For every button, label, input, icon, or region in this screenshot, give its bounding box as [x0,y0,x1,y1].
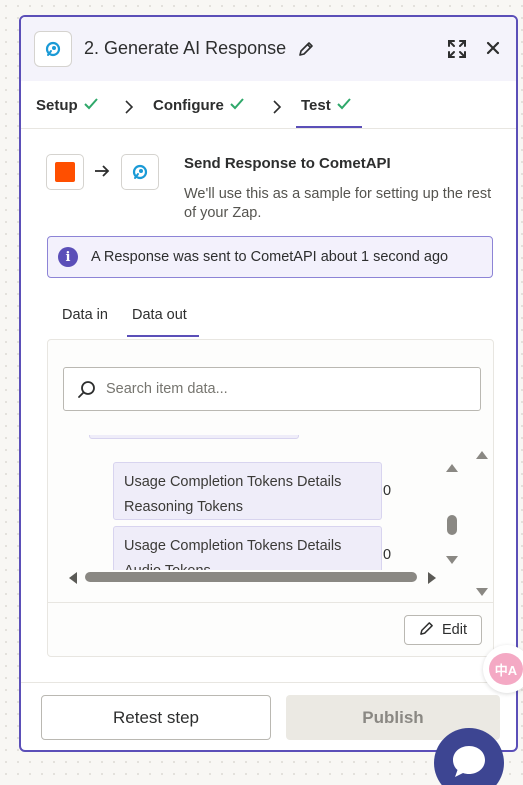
data-value[interactable]: 0 [383,547,391,563]
check-icon [230,97,244,114]
arrow-right-icon [94,164,110,183]
search-input[interactable] [106,378,466,400]
panel-header: 2. Generate AI Response [21,17,516,81]
step-title: 2. Generate AI Response [84,38,287,58]
tab-test-label: Test [301,97,331,114]
outer-scroll-down-icon[interactable] [475,584,489,602]
translate-button[interactable]: 中A [483,645,523,693]
scroll-right-icon[interactable] [427,571,437,590]
scroll-up-icon[interactable] [445,460,459,478]
search-icon [77,380,97,405]
edit-button-label: Edit [442,622,467,638]
outer-scroll-up-icon[interactable] [475,447,489,465]
tab-data-in[interactable]: Data in [62,307,108,323]
pencil-icon[interactable] [298,41,314,62]
flow-description: We'll use this as a sample for setting u… [184,186,492,221]
check-icon [337,97,351,114]
tab-setup[interactable]: Setup [36,97,98,114]
retest-step-button[interactable]: Retest step [41,695,271,740]
tab-setup-label: Setup [36,97,78,114]
data-output-card: Usage Completion Tokens Details Reasonin… [47,339,494,657]
pencil-icon [419,621,434,640]
info-icon: i [58,247,78,267]
trigger-app-icon [46,154,84,190]
step-editor-panel: 2. Generate AI Response Setup Configure … [19,15,518,752]
info-message: A Response was sent to CometAPI about 1 … [91,249,449,265]
scroll-down-icon[interactable] [445,552,459,570]
tab-test[interactable]: Test [301,97,351,114]
tab-configure[interactable]: Configure [153,97,244,114]
cometapi-app-icon [34,31,72,67]
step-tabs: Setup Configure Test [21,81,516,129]
info-banner: i A Response was sent to CometAPI about … [47,236,493,278]
data-key[interactable]: Usage Completion Tokens Details Reasonin… [113,462,382,520]
data-key[interactable]: Usage Completion Tokens Details Audio To… [113,526,382,570]
search-box [63,367,481,411]
data-tree: Usage Completion Tokens Details Reasonin… [48,435,448,570]
footer-divider [21,682,516,683]
data-value[interactable]: 0 [383,483,391,499]
tab-data-out[interactable]: Data out [132,307,187,323]
active-tab-indicator [127,335,199,337]
scroll-left-icon[interactable] [68,571,78,590]
chevron-right-icon [272,100,282,119]
flow-title: Send Response to CometAPI [184,155,391,172]
cometapi-app-icon [121,154,159,190]
vertical-scrollbar-thumb[interactable] [447,515,457,535]
chevron-right-icon [124,100,134,119]
list-item [89,435,299,439]
edit-button[interactable]: Edit [404,615,482,645]
horizontal-scrollbar-thumb[interactable] [85,572,417,582]
chat-bubble-icon [449,741,489,785]
divider [48,602,493,603]
translate-icon: 中A [489,653,523,685]
tab-configure-label: Configure [153,97,224,114]
close-icon[interactable] [486,41,500,60]
check-icon [83,97,98,114]
expand-icon[interactable] [447,39,467,64]
active-step-indicator [296,126,362,128]
